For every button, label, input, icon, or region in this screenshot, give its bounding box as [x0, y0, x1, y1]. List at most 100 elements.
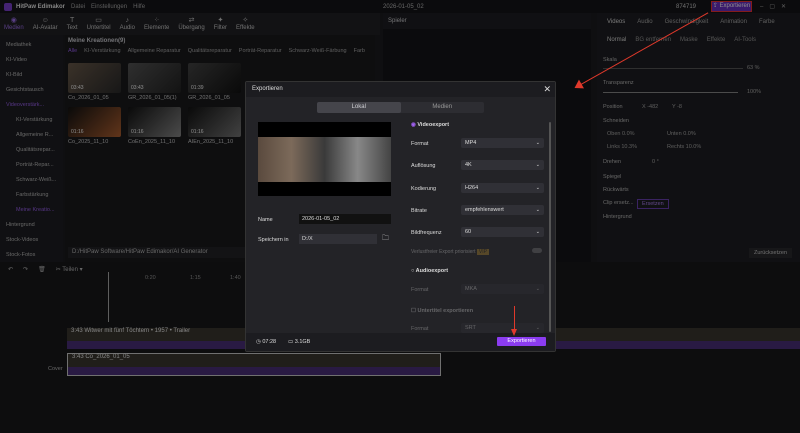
crop-bottom[interactable]: Unten: [667, 131, 682, 137]
delete-icon[interactable]: 🗑: [38, 266, 46, 273]
radio-selected-icon[interactable]: ◉: [411, 122, 416, 128]
tool-text[interactable]: T Text: [67, 17, 78, 31]
tool-media[interactable]: ◉ Medien: [4, 17, 24, 31]
checkbox-icon[interactable]: ☐: [411, 308, 416, 314]
close-icon[interactable]: ✕: [543, 84, 551, 95]
cover-label[interactable]: Cover: [48, 366, 63, 372]
transparency-slider[interactable]: [603, 92, 738, 93]
media-thumb[interactable]: 01:16: [128, 107, 181, 137]
tab-color[interactable]: Farbe: [759, 19, 775, 25]
filter-tab[interactable]: Schwarz-Weiß-Färbung: [289, 48, 347, 54]
crop-right[interactable]: Rechts: [667, 144, 684, 150]
replace-button[interactable]: Ersetzen: [637, 199, 669, 209]
crop-top[interactable]: Oben: [607, 131, 620, 137]
export-top-label: Exportieren: [719, 3, 751, 9]
subtab-ai-tools[interactable]: AI-Tools: [734, 37, 756, 43]
radio-unselected-icon[interactable]: ○: [411, 268, 414, 274]
export-tabs: Lokal Medien: [317, 102, 484, 113]
menu-file[interactable]: Datei: [71, 4, 85, 10]
sidebar-item[interactable]: Allgemeine R...: [0, 127, 63, 142]
audio-format-select[interactable]: MKA ⌄: [461, 284, 544, 294]
tool-subtitle[interactable]: ▭ Untertitel: [87, 17, 111, 31]
export-top-button[interactable]: ⇪ Exportieren: [711, 1, 752, 12]
reset-button[interactable]: Zurücksetzen: [749, 248, 793, 258]
name-input[interactable]: 2026-01-05_02: [299, 214, 391, 224]
sidebar-item[interactable]: Porträt-Repar...: [0, 157, 63, 172]
media-thumb[interactable]: 01:39: [188, 63, 241, 93]
sidebar-item[interactable]: Stock-Videos: [0, 232, 63, 247]
sidebar-item[interactable]: Schwarz-Weiß...: [0, 172, 63, 187]
sidebar-item[interactable]: KI-Video: [0, 52, 63, 67]
sidebar-item[interactable]: Stock-Fotos: [0, 247, 63, 262]
subtab-mask[interactable]: Maske: [680, 37, 698, 43]
subtab-normal[interactable]: Normal: [607, 37, 626, 43]
subtab-effects[interactable]: Effekte: [707, 37, 726, 43]
tab-audio[interactable]: Audio: [637, 19, 652, 25]
subtitle-format-select[interactable]: SRT ⌄: [461, 323, 544, 333]
format-select[interactable]: MP4 ⌄: [461, 138, 544, 148]
subtitle-icon: ▭: [95, 17, 102, 24]
tool-transition[interactable]: ⇄ Übergang: [178, 17, 204, 31]
sidebar-item[interactable]: Gesichtstausch: [0, 82, 63, 97]
position-y[interactable]: Y -8: [672, 104, 682, 110]
scale-value[interactable]: 63 %: [747, 65, 760, 71]
menu-help[interactable]: Hilfe: [133, 4, 145, 10]
fps-select[interactable]: 60 ⌄: [461, 227, 544, 237]
redo-icon[interactable]: ↷: [23, 266, 28, 273]
folder-icon[interactable]: 🗀: [382, 234, 389, 245]
menu-settings[interactable]: Einstellungen: [91, 4, 127, 10]
sidebar-item[interactable]: KI-Bild: [0, 67, 63, 82]
crop-top-value[interactable]: 0.0%: [622, 131, 635, 137]
lossless-toggle[interactable]: [532, 248, 542, 253]
sidebar-item[interactable]: Meine Kreatio...: [0, 202, 63, 217]
sidebar-item[interactable]: Mediathek: [0, 37, 63, 52]
tool-elements[interactable]: ⁘ Elemente: [144, 17, 169, 31]
tool-effects[interactable]: ✧ Effekte: [236, 17, 255, 31]
tab-media[interactable]: Medien: [401, 102, 485, 113]
media-thumb[interactable]: 03:43: [128, 63, 181, 93]
media-thumb[interactable]: 01:16: [68, 107, 121, 137]
crop-right-value[interactable]: 10.0%: [686, 144, 702, 150]
credits: 874719: [676, 3, 697, 10]
tab-local[interactable]: Lokal: [317, 102, 401, 113]
window-controls[interactable]: –▢✕: [760, 3, 792, 10]
undo-icon[interactable]: ↶: [8, 266, 13, 273]
crop-left[interactable]: Links: [607, 144, 620, 150]
sidebar-item[interactable]: Videoverstärk...: [0, 97, 63, 112]
sidebar-item[interactable]: KI-Verstärkung: [0, 112, 63, 127]
sidebar-item[interactable]: Hintergrund: [0, 217, 63, 232]
position-x[interactable]: X -482: [642, 104, 658, 110]
encoding-select[interactable]: H264 ⌄: [461, 183, 544, 193]
tab-videos[interactable]: Videos: [607, 19, 625, 25]
filter-tab[interactable]: KI-Verstärkung: [84, 48, 120, 54]
filter-tab[interactable]: Qualitätsreparatur: [188, 48, 232, 54]
resolution-select[interactable]: 4K ⌄: [461, 160, 544, 170]
crop-bottom-value[interactable]: 0.0%: [683, 131, 696, 137]
sidebar-item[interactable]: Qualitätsrepar...: [0, 142, 63, 157]
export-button[interactable]: Exportieren: [497, 337, 546, 346]
rotate-value[interactable]: 0 °: [652, 159, 659, 165]
playhead[interactable]: [108, 272, 109, 322]
tool-filter[interactable]: ✦ Filter: [214, 17, 227, 31]
split-button[interactable]: ✂ Teilen ▾: [56, 266, 83, 273]
tool-ai-avatar[interactable]: ☺ AI-Avatar: [33, 17, 58, 31]
track-clip-2[interactable]: 3:43 Co_2026_01_05: [67, 353, 441, 376]
media-thumb[interactable]: 01:16: [188, 107, 241, 137]
encoding-value: H264: [465, 185, 479, 191]
save-path-input[interactable]: D:/X: [299, 234, 377, 244]
scrollbar[interactable]: [549, 122, 551, 332]
filter-tab[interactable]: Farb: [354, 48, 365, 54]
tool-audio[interactable]: ♪ Audio: [120, 17, 135, 31]
media-thumb[interactable]: 03:43: [68, 63, 121, 93]
filter-tab[interactable]: Alle: [68, 48, 77, 54]
scale-slider[interactable]: [603, 68, 743, 69]
text-icon: T: [69, 17, 75, 24]
sidebar-item[interactable]: Farbstärkung: [0, 187, 63, 202]
filter-tab[interactable]: Allgemeine Reparatur: [128, 48, 181, 54]
tab-animation[interactable]: Animation: [720, 19, 747, 25]
filter-tab[interactable]: Porträt-Reparatur: [239, 48, 282, 54]
bitrate-select[interactable]: empfehlenswert ⌄: [461, 205, 544, 215]
chevron-down-icon: ⌄: [535, 185, 540, 191]
transparency-value[interactable]: 100%: [747, 89, 761, 95]
crop-left-value[interactable]: 10.3%: [621, 144, 637, 150]
